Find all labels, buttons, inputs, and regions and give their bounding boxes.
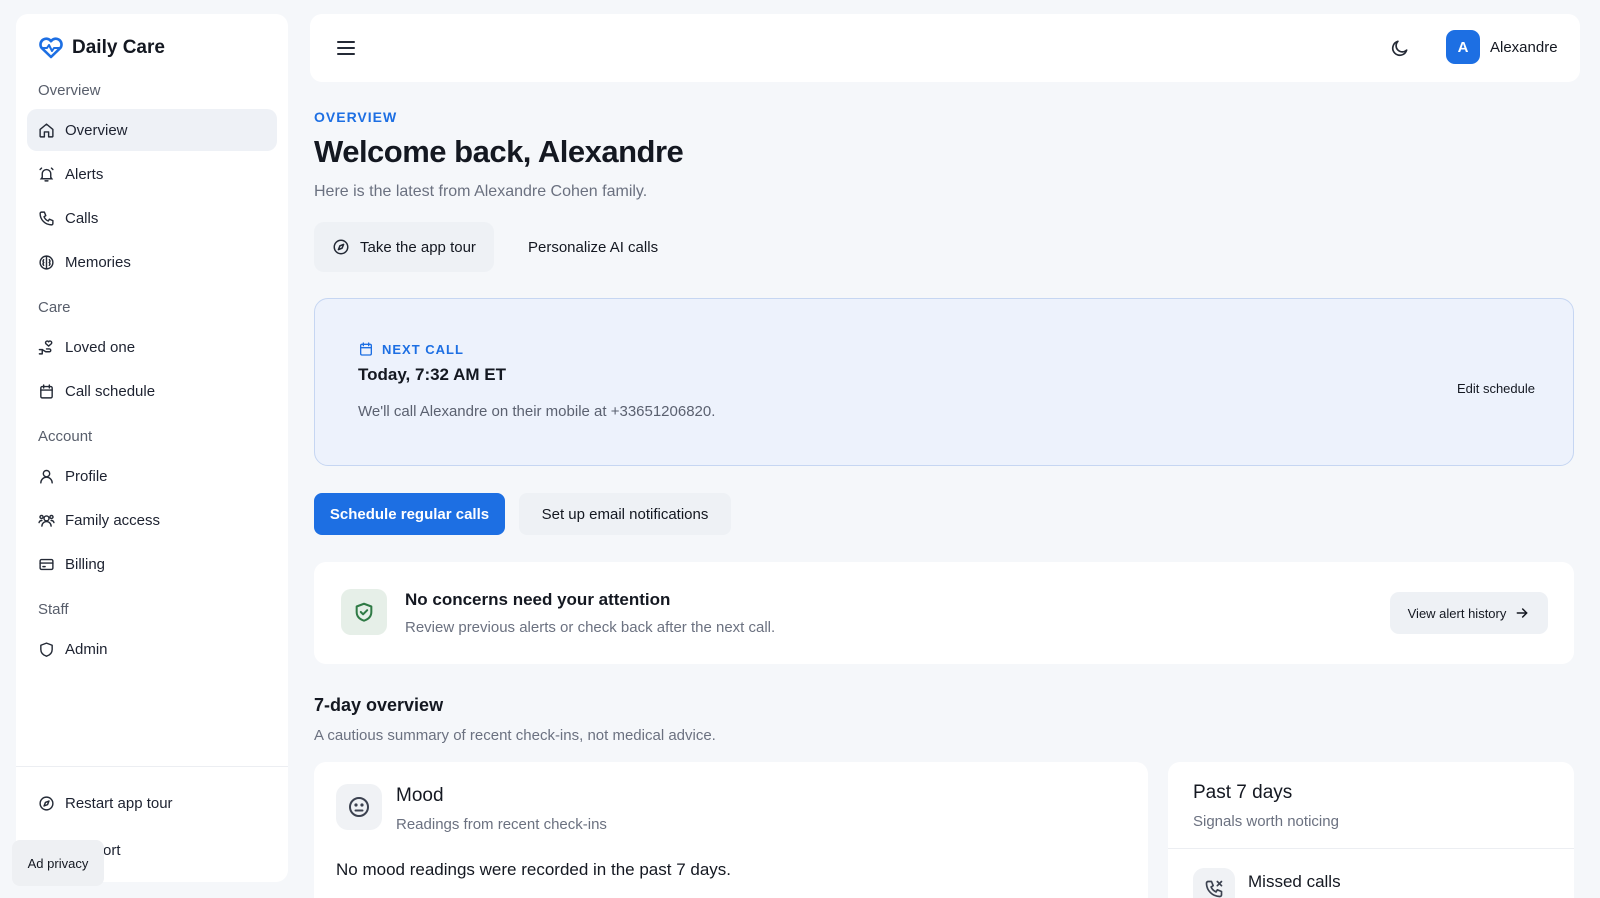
sidebar-item-alerts[interactable]: Alerts <box>27 153 277 195</box>
sidebar: Daily Care Overview Overview Alerts Call… <box>16 14 288 882</box>
take-tour-button[interactable]: Take the app tour <box>314 222 494 272</box>
arrow-right-icon <box>1514 605 1530 621</box>
page-eyebrow: OVERVIEW <box>314 109 398 125</box>
restart-tour-button[interactable]: Restart app tour <box>27 782 277 824</box>
sidebar-item-label: Calls <box>65 209 99 227</box>
sidebar-item-label: Overview <box>65 121 128 139</box>
past-subtitle: Signals worth noticing <box>1193 813 1339 830</box>
sidebar-item-label: ort <box>103 841 121 859</box>
history-label: View alert history <box>1407 605 1507 621</box>
sidebar-item-label: Call schedule <box>65 382 156 400</box>
sidebar-item-label: Memories <box>65 253 131 271</box>
nav-section-overview: Overview <box>38 82 101 99</box>
bell-icon <box>38 166 55 183</box>
sidebar-item-label: Alerts <box>65 165 104 183</box>
concerns-card: No concerns need your attention Review p… <box>314 562 1574 664</box>
mood-title: Mood <box>396 785 444 806</box>
past-title: Past 7 days <box>1193 782 1293 803</box>
sidebar-item-label: Profile <box>65 467 108 485</box>
next-call-description: We'll call Alexandre on their mobile at … <box>358 403 716 420</box>
menu-icon[interactable] <box>334 36 358 60</box>
top-bar: A Alexandre <box>310 14 1580 82</box>
sidebar-item-calls[interactable]: Calls <box>27 197 277 239</box>
concerns-title: No concerns need your attention <box>405 590 671 609</box>
sidebar-item-family-access[interactable]: Family access <box>27 499 277 541</box>
home-icon <box>38 122 55 139</box>
users-icon <box>38 512 55 529</box>
shield-icon <box>38 641 55 658</box>
sidebar-item-profile[interactable]: Profile <box>27 455 277 497</box>
personalize-label: Personalize AI calls <box>528 238 659 256</box>
phone-missed-icon <box>1193 868 1235 898</box>
sidebar-item-overview[interactable]: Overview <box>27 109 277 151</box>
next-call-label: NEXT CALL <box>358 341 464 357</box>
nav-section-care: Care <box>38 299 71 316</box>
credit-card-icon <box>38 556 55 573</box>
overview-section-title: 7-day overview <box>314 695 444 715</box>
nav-section-account: Account <box>38 428 93 445</box>
take-tour-label: Take the app tour <box>360 238 476 256</box>
email-notifications-button[interactable]: Set up email notifications <box>519 493 731 535</box>
compass-icon <box>332 238 350 256</box>
sidebar-item-label: Billing <box>65 555 106 573</box>
ad-privacy-button[interactable]: Ad privacy <box>12 840 104 886</box>
schedule-regular-calls-button[interactable]: Schedule regular calls <box>314 493 505 535</box>
sidebar-item-admin[interactable]: Admin <box>27 628 277 670</box>
personalize-ai-calls-button[interactable]: Personalize AI calls <box>510 222 676 272</box>
page-subtitle: Here is the latest from Alexandre Cohen … <box>314 183 648 200</box>
user-icon <box>38 468 55 485</box>
sidebar-divider <box>16 766 288 767</box>
sidebar-item-billing[interactable]: Billing <box>27 543 277 585</box>
avatar: A <box>1446 30 1480 64</box>
mood-subtitle: Readings from recent check-ins <box>396 816 607 833</box>
brand[interactable]: Daily Care <box>38 36 165 60</box>
edit-schedule-button[interactable]: Edit schedule <box>1457 381 1535 396</box>
missed-calls-label: Missed calls <box>1248 872 1341 891</box>
view-alert-history-button[interactable]: View alert history <box>1390 592 1548 634</box>
brand-name: Daily Care <box>72 37 165 58</box>
shield-check-icon <box>341 589 387 635</box>
sidebar-item-memories[interactable]: Memories <box>27 241 277 283</box>
sidebar-item-label: Loved one <box>65 338 136 356</box>
sidebar-item-label: Family access <box>65 511 161 529</box>
past-divider <box>1168 848 1574 849</box>
calendar-icon <box>358 341 374 357</box>
past-7-days-card: Past 7 days Signals worth noticing Misse… <box>1168 762 1574 898</box>
next-call-time: Today, 7:32 AM ET <box>358 365 506 384</box>
nav-section-staff: Staff <box>38 601 69 618</box>
overview-section-subtitle: A cautious summary of recent check-ins, … <box>314 727 716 744</box>
sidebar-item-label: Restart app tour <box>65 794 173 812</box>
compass-icon <box>38 795 55 812</box>
heart-pulse-icon <box>38 36 64 60</box>
moon-icon[interactable] <box>1390 38 1410 58</box>
mood-card: Mood Readings from recent check-ins No m… <box>314 762 1148 898</box>
next-call-label-text: NEXT CALL <box>382 341 464 357</box>
concerns-subtitle: Review previous alerts or check back aft… <box>405 619 776 636</box>
brain-icon <box>38 254 55 271</box>
user-name: Alexandre <box>1490 38 1558 56</box>
calendar-icon <box>38 383 55 400</box>
mood-empty-state: No mood readings were recorded in the pa… <box>336 860 732 879</box>
hand-heart-icon <box>38 339 55 356</box>
phone-icon <box>38 210 55 227</box>
user-menu[interactable]: A Alexandre <box>1446 30 1558 64</box>
sidebar-item-loved-one[interactable]: Loved one <box>27 326 277 368</box>
sidebar-item-call-schedule[interactable]: Call schedule <box>27 370 277 412</box>
next-call-card: NEXT CALL Today, 7:32 AM ET We'll call A… <box>314 298 1574 466</box>
page-title: Welcome back, Alexandre <box>314 134 684 169</box>
face-icon <box>336 784 382 830</box>
sidebar-item-label: Admin <box>65 640 108 658</box>
